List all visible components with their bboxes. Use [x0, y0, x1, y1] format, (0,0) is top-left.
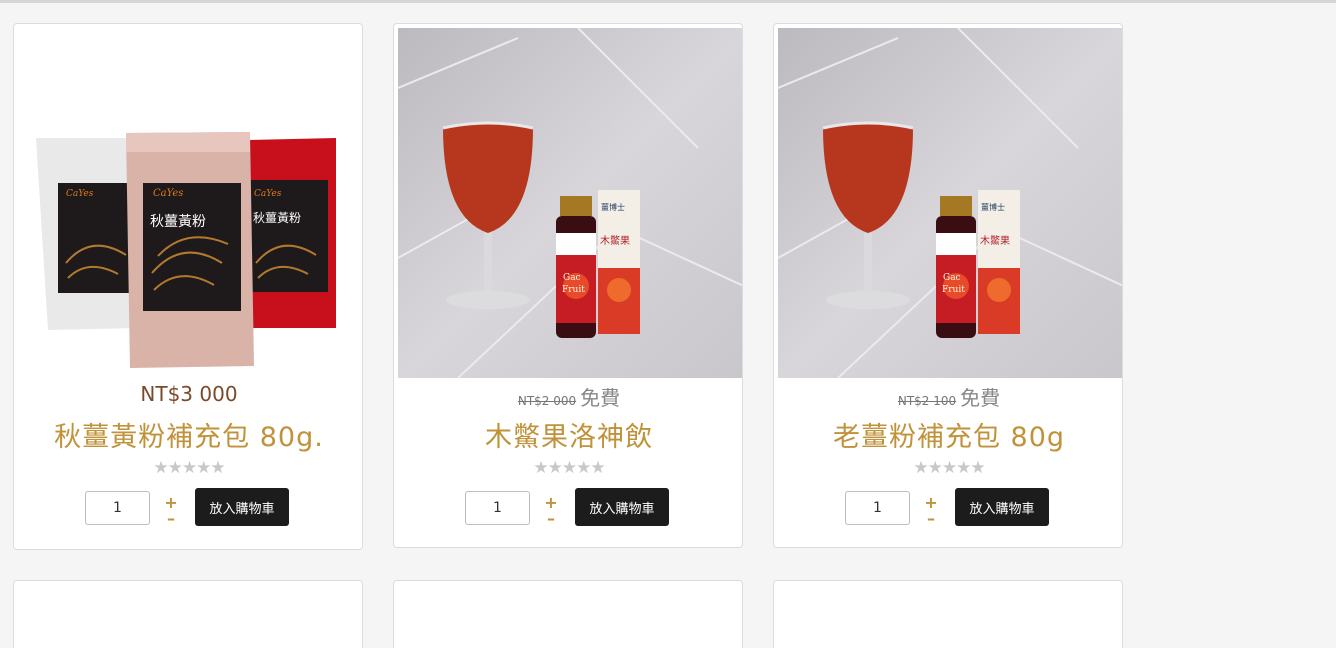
- box-brand-text: 薑博士: [601, 202, 625, 212]
- fruit-label-text: Gac: [943, 273, 961, 283]
- quantity-input[interactable]: [465, 491, 530, 525]
- decrement-button[interactable]: –: [924, 510, 938, 528]
- original-price: NT$2 100: [897, 394, 957, 408]
- quantity-stepper: + –: [164, 494, 178, 528]
- product-card: 薑博士 木鱉果 Gac Fruit NT$2 000 免費 木鱉果洛神飲 ★★★★…: [393, 23, 743, 548]
- product-price: NT$3 000: [140, 382, 238, 406]
- product-card: [13, 580, 363, 648]
- rating-stars: ★★★★★: [913, 458, 985, 478]
- product-price: NT$2 000 免費: [394, 382, 742, 411]
- product-title[interactable]: 老薑粉補充包 80g: [774, 415, 1122, 454]
- gac-fruit-drink-photo: 薑博士 木鱉果 Gac Fruit: [778, 28, 1122, 378]
- box-label-text: 木鱉果: [600, 234, 630, 247]
- box-label-text: 木鱉果: [980, 234, 1010, 247]
- product-card: CaYes 秋薑黃粉 CaYes CaYes 秋薑黃粉 NT$3 000 秋薑黃…: [13, 23, 363, 550]
- sale-price: 免費: [580, 386, 621, 410]
- pack-brand-text: CaYes: [66, 189, 94, 199]
- decrement-button[interactable]: –: [164, 510, 178, 528]
- gac-fruit-drink-photo: 薑博士 木鱉果 Gac Fruit: [398, 28, 742, 378]
- product-image[interactable]: 薑博士 木鱉果 Gac Fruit: [398, 28, 742, 378]
- decrement-button[interactable]: –: [544, 510, 558, 528]
- fruit-label-text: Fruit: [942, 285, 965, 295]
- pack-brand-text: CaYes: [254, 189, 282, 199]
- product-price: NT$2 100 免費: [774, 382, 1122, 411]
- add-to-cart-button[interactable]: 放入購物車: [195, 488, 289, 526]
- product-title[interactable]: 秋薑黃粉補充包 80g.: [14, 415, 362, 454]
- product-title[interactable]: 木鱉果洛神飲: [394, 415, 742, 454]
- pack-label-text: 秋薑黃粉: [150, 214, 206, 230]
- product-card: [393, 580, 743, 648]
- quantity-stepper: + –: [544, 494, 558, 528]
- rating-stars: ★★★★★: [533, 458, 605, 478]
- original-price: NT$2 000: [517, 394, 577, 408]
- fruit-label-text: Fruit: [562, 285, 585, 295]
- product-image[interactable]: CaYes 秋薑黃粉 CaYes CaYes 秋薑黃粉: [18, 28, 362, 378]
- pack-brand-text: CaYes: [153, 188, 183, 199]
- top-border: [0, 0, 1336, 3]
- add-to-cart-button[interactable]: 放入購物車: [575, 488, 669, 526]
- quantity-stepper: + –: [924, 494, 938, 528]
- product-card: [773, 580, 1123, 648]
- add-to-cart-button[interactable]: 放入購物車: [955, 488, 1049, 526]
- box-brand-text: 薑博士: [981, 202, 1005, 212]
- quantity-input[interactable]: [845, 491, 910, 525]
- product-image[interactable]: 薑博士 木鱉果 Gac Fruit: [778, 28, 1122, 378]
- turmeric-pack-photo: CaYes 秋薑黃粉 CaYes CaYes 秋薑黃粉: [18, 28, 362, 378]
- sale-price: 免費: [960, 386, 1001, 410]
- quantity-input[interactable]: [85, 491, 150, 525]
- product-card: 薑博士 木鱉果 Gac Fruit NT$2 100 免費 老薑粉補充包 80g …: [773, 23, 1123, 548]
- pack-label-text: 秋薑黃粉: [253, 211, 301, 225]
- fruit-label-text: Gac: [563, 273, 581, 283]
- rating-stars: ★★★★★: [153, 458, 225, 478]
